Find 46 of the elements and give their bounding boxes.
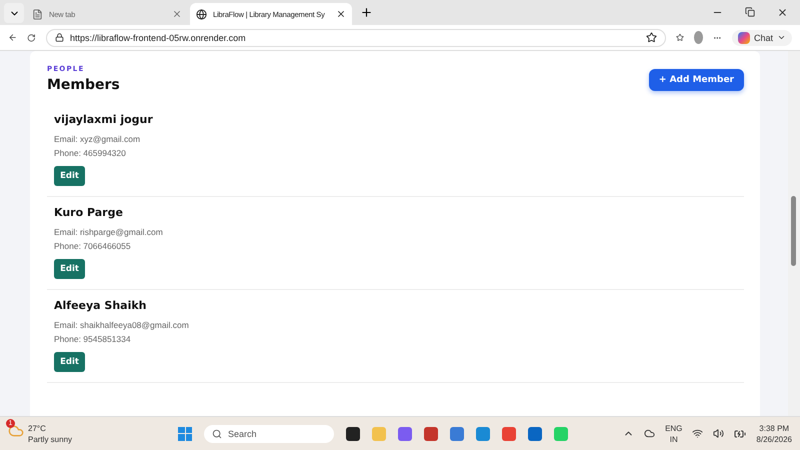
new-tab-icon[interactable] [360, 6, 373, 19]
wifi-icon[interactable] [692, 428, 704, 439]
address-field[interactable]: https://libraflow-frontend-05rw.onrender.com [46, 28, 666, 46]
taskbar-app-icon[interactable] [346, 426, 360, 440]
search-icon [212, 428, 222, 438]
edit-button[interactable]: Edit [54, 166, 85, 186]
page-icon [32, 8, 43, 20]
page-title: Members [47, 77, 120, 93]
restore-icon[interactable] [745, 7, 755, 17]
star-icon[interactable] [646, 32, 658, 43]
add-member-button[interactable]: + Add Member [648, 69, 744, 91]
member-phone: Phone: 9545851334 [54, 333, 132, 346]
member-phone: Phone: 7066466055 [54, 240, 132, 253]
battery-icon[interactable] [734, 428, 746, 440]
temperature: 27°C [28, 422, 47, 434]
start-icon[interactable] [178, 426, 192, 440]
globe-icon [196, 8, 207, 20]
member-phone: Phone: 465994320 [54, 147, 127, 160]
clock-date[interactable]: 8/26/2026 [756, 434, 792, 444]
chevron-down-icon [777, 33, 786, 42]
search-placeholder: Search [228, 428, 257, 438]
member-name: Kuro Parge [54, 206, 124, 219]
chat-button[interactable]: Chat [732, 30, 792, 46]
close-icon[interactable] [777, 7, 788, 18]
edit-button[interactable]: Edit [54, 352, 85, 372]
member-name: Alfeeya Shaikh [54, 299, 148, 312]
close-tab-icon[interactable] [336, 9, 346, 19]
region[interactable]: IN [665, 434, 682, 444]
member-email: Email: xyz@gmail.com [54, 133, 142, 146]
member-email: Email: shaikhalfeeya08@gmail.com [54, 319, 190, 332]
cloud-icon[interactable] [644, 428, 656, 439]
reload-icon[interactable] [27, 32, 36, 44]
scrollbar-thumb[interactable] [791, 196, 796, 266]
taskbar-search[interactable]: Search [204, 424, 334, 442]
weather-condition: Partly sunny [28, 434, 72, 444]
tab-menu-button[interactable] [4, 3, 24, 23]
scrollbar[interactable] [788, 51, 800, 416]
member-email: Email: rishparge@gmail.com [54, 226, 164, 239]
language[interactable]: ENG [665, 422, 682, 434]
member-name: vijaylaxmi jogur [54, 113, 154, 126]
lock-icon [55, 33, 64, 42]
profile-avatar[interactable] [694, 31, 704, 44]
edit-button[interactable]: Edit [54, 259, 85, 279]
clock-time[interactable]: 3:38 PM [756, 422, 792, 434]
favorites-icon[interactable] [676, 32, 684, 43]
volume-icon[interactable] [713, 428, 724, 439]
